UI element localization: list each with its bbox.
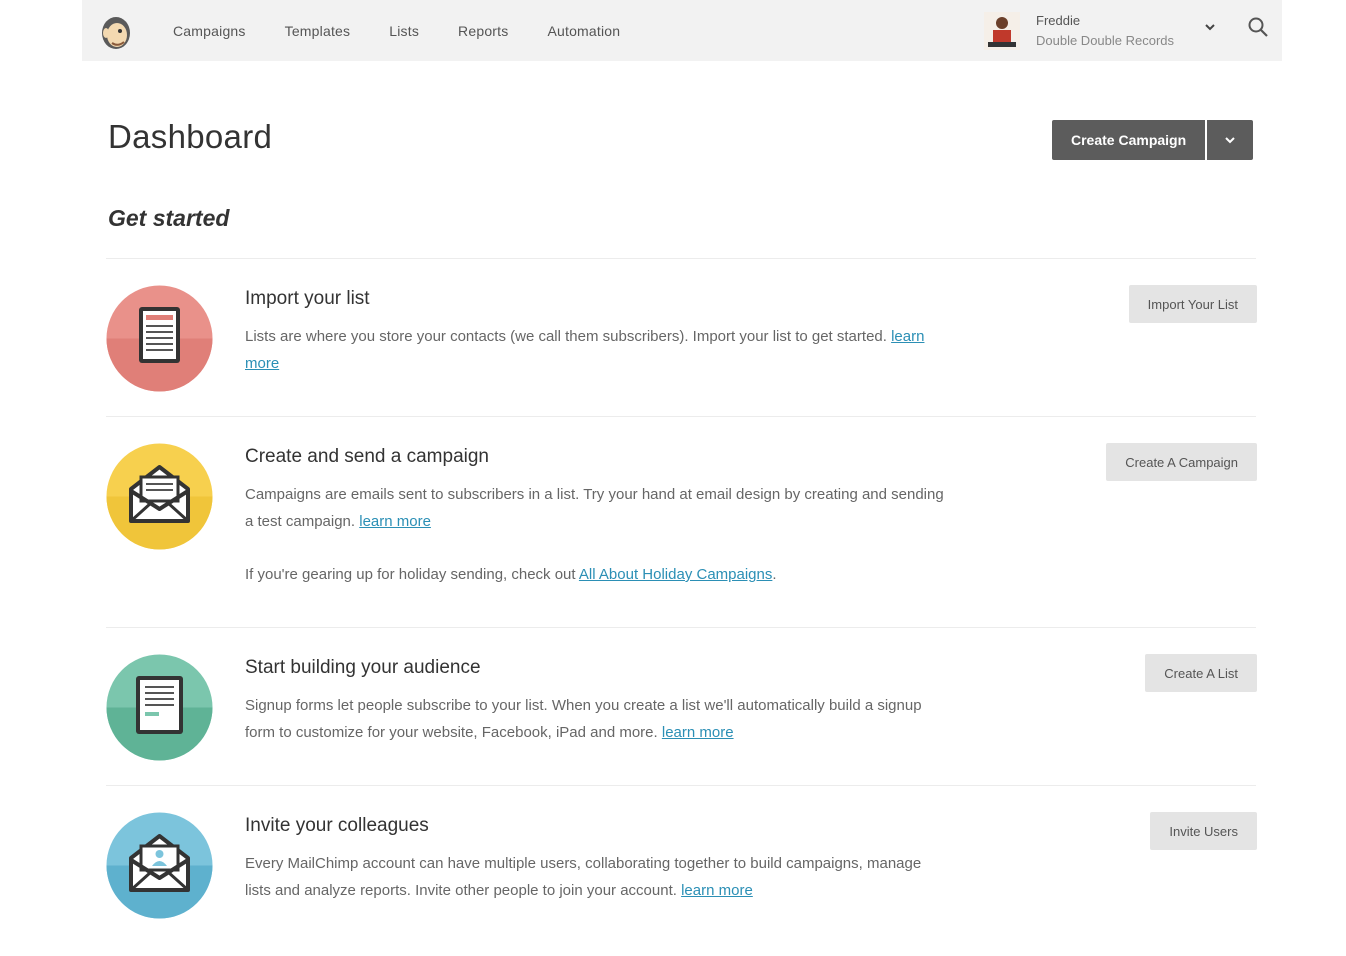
task-description: Signup forms let people subscribe to you…: [245, 697, 922, 741]
create-campaign-button[interactable]: Create Campaign: [1052, 120, 1206, 160]
avatar: [984, 12, 1020, 50]
divider: [106, 416, 1256, 417]
task-description: Every MailChimp account can have multipl…: [245, 855, 922, 899]
task-description: Campaigns are emails sent to subscribers…: [245, 486, 944, 530]
create-a-list-button[interactable]: Create A List: [1145, 654, 1257, 692]
chevron-down-icon[interactable]: [1203, 20, 1217, 34]
task-create-campaign: Create and send a campaign Campaigns are…: [106, 443, 1257, 613]
invite-users-button[interactable]: Invite Users: [1150, 812, 1257, 850]
import-your-list-button[interactable]: Import Your List: [1128, 285, 1257, 323]
task-title: Import your list: [245, 288, 370, 309]
task-description: Lists are where you store your contacts …: [245, 328, 925, 372]
task-title: Create and send a campaign: [245, 446, 489, 467]
nav-item-campaigns[interactable]: Campaigns: [173, 23, 246, 39]
user-name: Freddie: [1036, 13, 1081, 28]
holiday-campaigns-link[interactable]: All About Holiday Campaigns: [579, 566, 772, 583]
nav-item-lists[interactable]: Lists: [389, 23, 419, 39]
learn-more-link[interactable]: learn more: [662, 724, 734, 741]
top-navigation-bar: Campaigns Templates Lists Reports Automa…: [82, 0, 1282, 61]
create-campaign-dropdown-button[interactable]: [1207, 120, 1254, 160]
section-subtitle: Get started: [108, 205, 230, 231]
task-title: Start building your audience: [245, 657, 481, 678]
learn-more-link[interactable]: learn more: [681, 882, 753, 899]
divider: [106, 627, 1256, 628]
task-import-list: Import your list Lists are where you sto…: [106, 285, 1257, 405]
chevron-down-icon: [1225, 137, 1235, 144]
invite-envelope-icon: [106, 812, 213, 919]
create-a-campaign-button[interactable]: Create A Campaign: [1106, 443, 1257, 481]
mailchimp-logo-icon[interactable]: [96, 11, 134, 51]
nav-item-reports[interactable]: Reports: [458, 23, 508, 39]
nav-item-automation[interactable]: Automation: [547, 23, 620, 39]
task-build-audience: Start building your audience Signup form…: [106, 654, 1257, 774]
list-document-icon: [106, 285, 213, 392]
task-invite-colleagues: Invite your colleagues Every MailChimp a…: [106, 812, 1257, 942]
envelope-icon: [106, 443, 213, 550]
divider: [106, 785, 1256, 786]
main-nav: Campaigns Templates Lists Reports Automa…: [173, 0, 659, 61]
nav-item-templates[interactable]: Templates: [285, 23, 351, 39]
task-title: Invite your colleagues: [245, 815, 429, 836]
page-title: Dashboard: [108, 118, 273, 155]
create-campaign-button-group: Create Campaign: [1052, 120, 1254, 160]
holiday-note: If you're gearing up for holiday sending…: [245, 566, 777, 583]
user-account-menu[interactable]: Freddie Double Double Records: [984, 10, 1174, 52]
learn-more-link[interactable]: learn more: [359, 513, 431, 530]
divider: [106, 258, 1256, 259]
user-organization: Double Double Records: [1036, 33, 1175, 48]
signup-form-icon: [106, 654, 213, 761]
search-icon[interactable]: [1247, 16, 1269, 38]
